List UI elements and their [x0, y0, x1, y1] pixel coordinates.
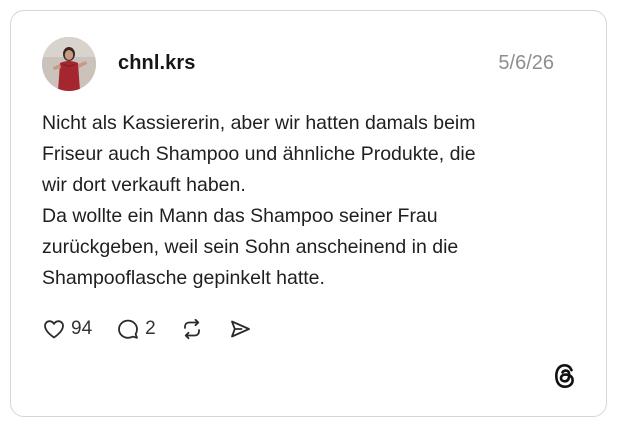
avatar[interactable]	[42, 37, 96, 91]
username[interactable]: chnl.krs	[118, 52, 196, 75]
post-text-line: Shampooflasche gepinkelt hatte.	[42, 267, 325, 289]
post-date: 5/6/26	[498, 52, 554, 74]
reply-button[interactable]: 2	[116, 317, 156, 341]
post-text-line: Nicht als Kassiererin, aber wir hatten d…	[42, 112, 476, 134]
repost-icon	[183, 318, 200, 340]
post-text-line: Da wollte ein Mann das Shampoo seiner Fr…	[42, 205, 438, 227]
post-text: Nicht als Kassiererin, aber wir hatten d…	[42, 108, 587, 294]
avatar-image	[42, 37, 96, 91]
share-button[interactable]	[228, 317, 252, 341]
heart-icon	[44, 320, 64, 339]
post-card: chnl.krs 5/6/26 Nicht als Kassiererin, a…	[10, 10, 607, 417]
like-count: 94	[71, 318, 93, 339]
comment-bubble-icon	[118, 319, 139, 339]
reply-count: 2	[145, 318, 156, 339]
post-text-line: wir dort verkauft haben.	[42, 174, 246, 196]
threads-logo-icon	[552, 362, 578, 390]
send-icon	[230, 320, 250, 338]
like-button[interactable]: 94	[42, 317, 92, 341]
action-bar: 94 2	[42, 314, 252, 344]
repost-button[interactable]	[180, 317, 204, 341]
post-text-line: zurückgeben, weil sein Sohn anscheinend …	[42, 236, 459, 258]
post-text-line: Friseur auch Shampoo und ähnliche Produk…	[42, 143, 476, 165]
